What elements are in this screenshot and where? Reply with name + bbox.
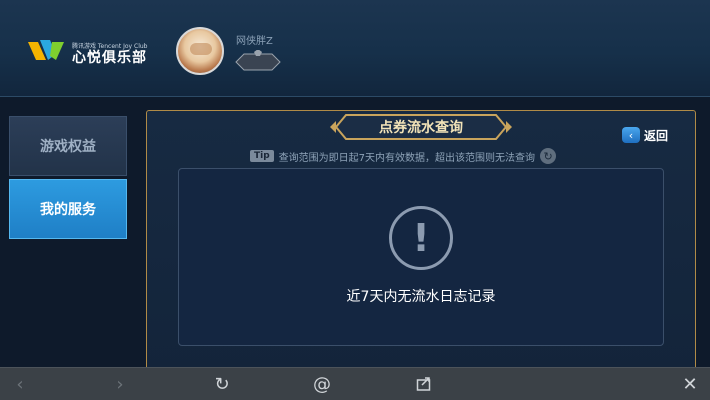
tip-row: Tip 查询范围为即日起7天内有效数据，超出该范围则无法查询 ↻ [250, 148, 557, 164]
chevron-left-icon: ‹ [622, 127, 640, 143]
avatar-face [190, 43, 212, 55]
avatar[interactable] [176, 27, 224, 75]
page-title: 点券流水查询 [379, 120, 463, 136]
logo-title: 心悦俱乐部 [72, 50, 147, 66]
header-bar: 腾讯游戏 Tencent Joy Club 心悦俱乐部 网侠胖Z [0, 0, 710, 97]
rank-badge-icon [235, 50, 281, 71]
sidebar-item-my-services[interactable]: 我的服务 [9, 179, 127, 239]
share-icon[interactable] [413, 373, 435, 395]
back-button[interactable]: ‹ 返回 [622, 126, 668, 144]
close-icon[interactable]: ✕ [679, 373, 701, 395]
back-label: 返回 [644, 128, 669, 143]
refresh-icon[interactable]: ↻ [540, 148, 557, 164]
back-arrow-icon[interactable]: ‹ [9, 373, 31, 395]
exclamation-icon: ! [389, 206, 453, 270]
joyclub-logo-icon [28, 40, 64, 60]
browser-toolbar: ‹ › ↻ @ ✕ [0, 367, 710, 400]
sidebar-item-game-benefits[interactable]: 游戏权益 [9, 116, 127, 176]
forward-arrow-icon[interactable]: › [109, 373, 131, 395]
sidebar-item-label: 我的服务 [40, 202, 96, 218]
username: 网侠胖Z [236, 36, 273, 47]
tip-text: 查询范围为即日起7天内有效数据，超出该范围则无法查询 [278, 152, 536, 164]
empty-message: 近7天内无流水日志记录 [346, 289, 496, 305]
tip-badge: Tip [250, 150, 274, 162]
reload-icon[interactable]: ↻ [211, 373, 233, 395]
sidebar-item-label: 游戏权益 [40, 139, 96, 155]
at-icon[interactable]: @ [311, 373, 333, 395]
